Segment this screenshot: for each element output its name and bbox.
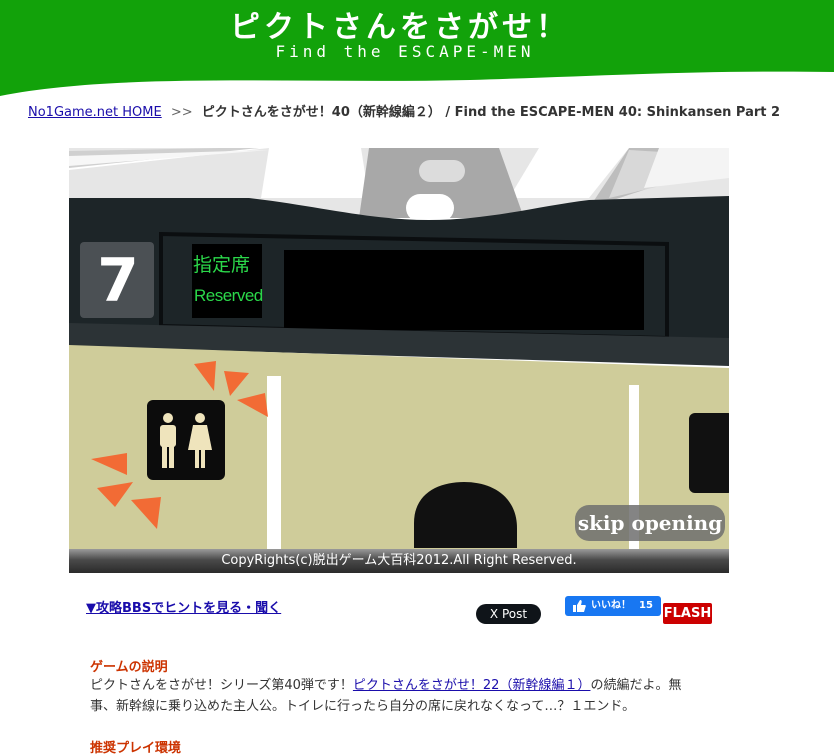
site-header: ピクトさんをさがせ！ Find the ESCAPE-MEN [0,0,834,96]
description-text-before: ピクトさんをさがせ！シリーズ第40弾です！ [90,678,353,693]
hint-bbs-link[interactable]: ▼攻略BBSでヒントを見る・聞く [86,597,281,616]
breadcrumb: No1Game.net HOME >> ピクトさんをさがせ！40（新幹線編２） … [28,101,780,120]
description-text: ピクトさんをさがせ！シリーズ第40弾です！ピクトさんをさがせ！22（新幹線編１）… [90,675,705,717]
thumbs-up-icon [573,600,586,612]
prequel-game-link[interactable]: ピクトさんをさがせ！22（新幹線編１） [353,678,591,693]
copyright-bar: CopyRights(c)脱出ゲーム大百科2012.All Right Rese… [69,549,729,573]
site-subtitle: Find the ESCAPE-MEN [275,42,535,61]
breadcrumb-home-link[interactable]: No1Game.net HOME [28,105,162,120]
game-canvas[interactable]: 7 指定席 Reserved skip opening CopyRights(c… [69,148,729,573]
site-title: ピクトさんをさがせ！ [230,10,570,45]
breadcrumb-separator: >> [170,105,193,120]
car-number: 7 [97,246,139,316]
breadcrumb-current: ピクトさんをさがせ！40（新幹線編２） / Find the ESCAPE-ME… [201,105,781,120]
reserved-sign-jp: 指定席 [193,254,251,276]
facebook-like-count: 15 [639,600,653,611]
facebook-like-button[interactable]: いいね！ 15 [565,596,661,616]
description-title: ゲームの説明 [90,660,168,675]
reserved-sign-en: Reserved [194,286,263,305]
flash-badge: FLASH [663,603,712,624]
recommended-environment-title: 推奨プレイ環境 [90,741,182,756]
skip-opening-button[interactable]: skip opening [575,505,725,541]
facebook-like-label: いいね！ [591,600,631,611]
x-post-button[interactable]: X Post [476,604,541,624]
